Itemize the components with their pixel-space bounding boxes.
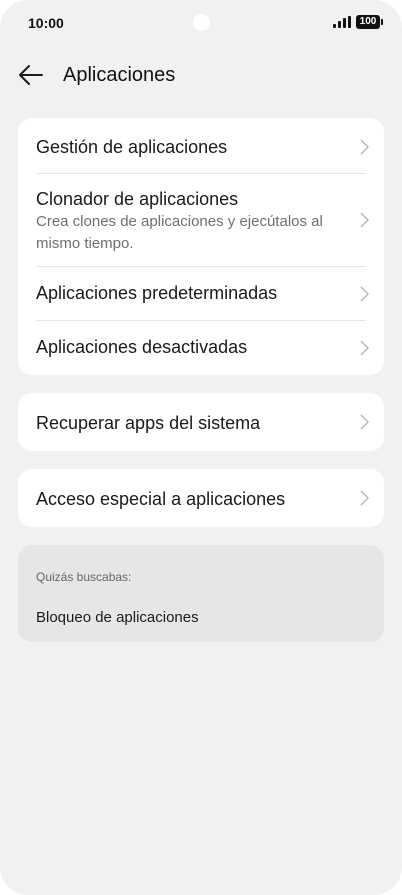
chevron-right-icon bbox=[360, 286, 369, 302]
list-item-disabled-apps[interactable]: Aplicaciones desactivadas bbox=[18, 321, 384, 375]
apps-settings-card: Gestión de aplicaciones Clonador de apli… bbox=[18, 118, 384, 375]
arrow-left-icon bbox=[19, 65, 43, 85]
list-item-description: Crea clones de aplicaciones y ejecútalos… bbox=[36, 213, 323, 252]
status-bar: 10:00 100 bbox=[0, 0, 402, 48]
front-camera bbox=[193, 14, 210, 31]
chevron-right-icon bbox=[360, 340, 369, 356]
system-apps-card: Recuperar apps del sistema bbox=[18, 393, 384, 451]
list-item-default-apps[interactable]: Aplicaciones predeterminadas bbox=[18, 267, 384, 321]
list-item-label: Recuperar apps del sistema bbox=[36, 413, 261, 433]
chevron-right-icon bbox=[360, 414, 369, 430]
list-item-app-management[interactable]: Gestión de aplicaciones bbox=[18, 118, 384, 174]
back-button[interactable] bbox=[16, 62, 46, 88]
suggestions-hint: Quizás buscabas: bbox=[36, 570, 132, 584]
signal-bars-icon bbox=[333, 16, 351, 28]
suggestion-link-app-lock[interactable]: Bloqueo de aplicaciones bbox=[36, 609, 199, 626]
chevron-right-icon bbox=[360, 139, 369, 155]
list-item-special-app-access[interactable]: Acceso especial a aplicaciones bbox=[18, 469, 384, 527]
page-title: Aplicaciones bbox=[63, 64, 176, 86]
special-access-card: Acceso especial a aplicaciones bbox=[18, 469, 384, 527]
battery-icon: 100 bbox=[356, 15, 383, 29]
suggestions-card: Quizás buscabas: Bloqueo de aplicaciones bbox=[18, 545, 384, 642]
list-item-label: Clonador de aplicaciones bbox=[36, 189, 239, 209]
status-time: 10:00 bbox=[28, 15, 64, 31]
list-item-app-cloner[interactable]: Clonador de aplicaciones Crea clones de … bbox=[18, 174, 384, 267]
list-item-label: Gestión de aplicaciones bbox=[36, 137, 228, 157]
list-item-recover-system-apps[interactable]: Recuperar apps del sistema bbox=[18, 393, 384, 451]
settings-screen: 10:00 100 Aplicaciones Gestión de aplica… bbox=[0, 0, 402, 895]
list-item-label: Aplicaciones predeterminadas bbox=[36, 283, 278, 303]
list-item-label: Acceso especial a aplicaciones bbox=[36, 489, 286, 509]
chevron-right-icon bbox=[360, 490, 369, 506]
chevron-right-icon bbox=[360, 212, 369, 228]
page-header: Aplicaciones bbox=[0, 52, 402, 98]
list-item-label: Aplicaciones desactivadas bbox=[36, 337, 248, 357]
